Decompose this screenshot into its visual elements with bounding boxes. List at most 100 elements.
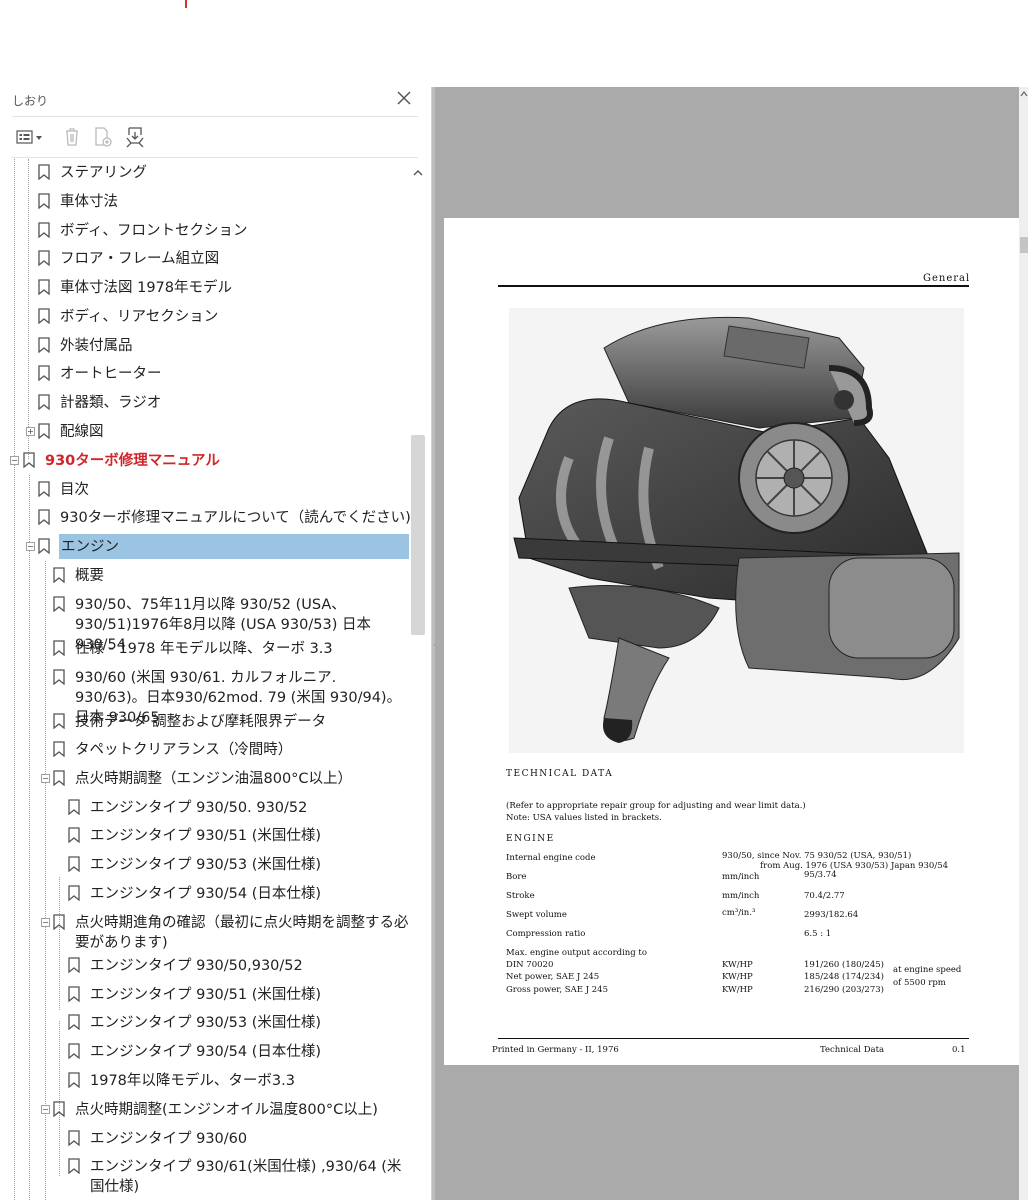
bookmark-item[interactable]: 930/60 (米国 930/61. カルフォルニア. 930/63)。日本93… [0, 664, 410, 726]
bookmark-icon [38, 193, 50, 209]
spec-value: 216/290 (203/273) [804, 985, 884, 995]
bookmark-item[interactable]: オートヒーター [0, 360, 410, 389]
bookmark-item[interactable]: 1978年以降モデル、ターボ3.3 [0, 1067, 410, 1096]
spec-unit: mm/inch [722, 872, 760, 882]
bookmark-item[interactable]: 仕様 - 1978 年モデル以降、ターボ 3.3 [0, 635, 410, 664]
bookmark-item[interactable]: ステアリング [0, 159, 410, 188]
bookmark-item[interactable]: ボディ、フロントセクション [0, 217, 410, 246]
bookmark-item[interactable]: エンジンタイプ 930/50,930/52 [0, 952, 410, 981]
spec-label: Internal engine code [506, 853, 596, 863]
list-options-icon [16, 130, 42, 144]
spec-label: Gross power, SAE J 245 [506, 985, 608, 995]
bookmark-label: 目次 [60, 482, 89, 498]
bookmark-item[interactable]: 外装付属品 [0, 332, 410, 361]
bookmark-icon [53, 669, 65, 685]
bookmark-item[interactable]: − 点火時期進角の確認（最初に点火時期を調整する必要があります) [0, 909, 410, 953]
bookmark-icon [38, 337, 50, 353]
collapse-toggle[interactable]: − [41, 1105, 50, 1114]
expand-toggle[interactable]: + [26, 427, 35, 436]
spec-value: 185/248 (174/234) [804, 972, 884, 982]
viewer-scroll-thumb[interactable] [1020, 237, 1028, 253]
bookmark-item[interactable]: エンジンタイプ 930/51 (米国仕様) [0, 981, 410, 1010]
bookmarks-scrollbar[interactable] [410, 159, 426, 1200]
bookmark-label: エンジンタイプ 930/50. 930/52 [90, 800, 308, 816]
spec-value: from Aug. 1976 (USA 930/53) Japan 930/54 [760, 861, 949, 871]
bookmark-icon [53, 770, 65, 786]
bookmark-item[interactable]: エンジンタイプ 930/50. 930/52 [0, 794, 410, 823]
bookmark-item[interactable]: ボディ、リアセクション [0, 303, 410, 332]
bookmark-item[interactable]: エンジンタイプ 930/61(米国仕様) ,930/64 (米国仕様) [0, 1153, 410, 1197]
bookmark-icon [68, 799, 80, 815]
bookmark-item[interactable]: エンジンタイプ 930/51 (米国仕様) [0, 822, 410, 851]
collapse-toggle[interactable]: − [41, 774, 50, 783]
bookmark-icon [68, 1130, 80, 1146]
bookmark-icon [68, 856, 80, 872]
bookmark-icon [38, 308, 50, 324]
bookmark-item[interactable]: 技術データ 調整および摩耗限界データ [0, 708, 410, 737]
spec-label: Bore [506, 872, 527, 882]
bookmark-item[interactable]: エンジンタイプ 930/60 [0, 1125, 410, 1154]
bookmark-item[interactable]: エンジンタイプ 930/53 (米国仕様) [0, 851, 410, 880]
scroll-up-icon[interactable] [412, 167, 424, 179]
bookmark-item[interactable]: エンジンタイプ 930/54 (日本仕様) [0, 1038, 410, 1067]
bookmarks-toolbar [12, 124, 418, 150]
bookmark-label: 1978年以降モデル、ターボ3.3 [90, 1073, 295, 1089]
spec-unit: KW/HP [722, 985, 753, 995]
bookmark-item[interactable]: 930ターボ修理マニュアルについて（読んでください) [0, 504, 410, 533]
bookmark-item[interactable]: タペットクリアランス（冷間時） [0, 736, 410, 765]
spec-unit: cm³/in.³ [722, 908, 756, 918]
bookmark-label: タペットクリアランス（冷間時） [75, 742, 293, 758]
bookmark-label: エンジンタイプ 930/53 (米国仕様) [90, 857, 322, 873]
bookmark-label: オートヒーター [60, 366, 162, 382]
expand-bookmark-button[interactable] [122, 124, 148, 150]
bookmarks-scroll-thumb[interactable] [411, 435, 425, 635]
bookmark-item[interactable]: 車体寸法 [0, 188, 410, 217]
bookmark-item[interactable]: + 配線図 [0, 418, 410, 447]
bookmark-icon [53, 596, 65, 612]
delete-bookmark-button[interactable] [59, 124, 85, 150]
bookmark-icon [38, 481, 50, 497]
bookmark-item-selected[interactable]: − エンジン [0, 533, 410, 562]
bookmark-icon [68, 957, 80, 973]
bookmark-item[interactable]: − 点火時期調整（エンジン油温800°C以上） [0, 765, 410, 794]
bookmark-icon [68, 1072, 80, 1088]
bookmark-item[interactable]: 930/50、75年11月以降 930/52 (USA、930/51)1976年… [0, 591, 410, 653]
bookmark-icon [68, 986, 80, 1002]
bookmark-label: エンジンタイプ 930/54 (日本仕様) [90, 886, 322, 902]
bookmark-item[interactable]: − 930ターボ修理マニュアル [0, 447, 410, 476]
options-button[interactable] [16, 124, 46, 150]
bookmark-label: 概要 [75, 568, 104, 584]
bookmark-label: 車体寸法 [60, 194, 118, 210]
viewer-scrollbar[interactable] [1019, 87, 1028, 1200]
bookmark-item[interactable]: − 点火時期調整(エンジンオイル温度800°C以上) [0, 1096, 410, 1125]
bookmark-label: 点火時期調整(エンジンオイル温度800°C以上) [75, 1102, 378, 1118]
bookmark-item[interactable]: フロア・フレーム組立図 [0, 245, 410, 274]
bookmark-item[interactable]: 計器類、ラジオ [0, 389, 410, 418]
bookmark-icon [53, 567, 65, 583]
bookmark-icon [68, 1014, 80, 1030]
bookmark-item[interactable]: エンジンタイプ 930/53 (米国仕様) [0, 1009, 410, 1038]
collapse-toggle[interactable]: − [41, 918, 50, 927]
spec-value: 2993/182.64 [804, 910, 859, 920]
bookmark-item[interactable]: エンジンタイプ 930/54 (日本仕様) [0, 880, 410, 909]
bookmark-label: エンジンタイプ 930/54 (日本仕様) [90, 1044, 322, 1060]
spec-note: at engine speed [893, 965, 962, 975]
bookmark-label: エンジンタイプ 930/51 (米国仕様) [90, 987, 322, 1003]
bookmark-icon [53, 741, 65, 757]
bookmark-item[interactable]: 目次 [0, 476, 410, 505]
bookmark-label: 点火時期調整（エンジン油温800°C以上） [75, 771, 353, 787]
bookmark-icon [38, 250, 50, 266]
bookmark-item[interactable]: 車体寸法図 1978年モデル [0, 274, 410, 303]
new-bookmark-button[interactable] [90, 124, 116, 150]
bookmark-icon [38, 164, 50, 180]
bookmark-icon [53, 914, 65, 930]
footer-left: Printed in Germany - II, 1976 [492, 1045, 619, 1055]
collapse-toggle[interactable]: − [26, 542, 35, 551]
scroll-up-icon[interactable] [1020, 90, 1028, 98]
collapse-toggle[interactable]: − [10, 456, 19, 465]
bookmark-label: 車体寸法図 1978年モデル [60, 280, 233, 296]
bookmark-item[interactable]: 概要 [0, 562, 410, 591]
close-panel-button[interactable] [394, 88, 414, 108]
bookmark-icon [23, 452, 35, 468]
page-number: 0.1 [952, 1045, 966, 1055]
